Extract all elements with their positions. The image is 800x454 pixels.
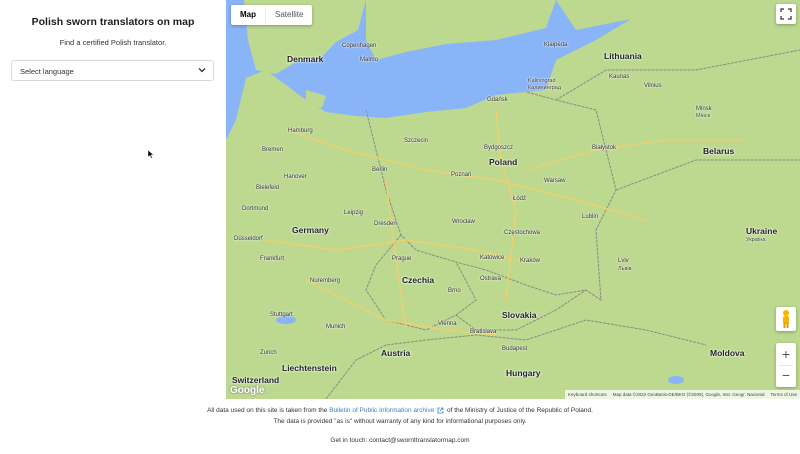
bulletin-archive-link[interactable]: Bulletin of Public Information archive [329, 407, 434, 414]
map-label-country: Poland [489, 157, 518, 167]
page-title: Polish sworn translators on map [31, 16, 195, 28]
footer: All data used on this site is taken from… [0, 399, 800, 454]
mouse-cursor-icon [148, 150, 154, 159]
map-label-city: Frankfurt [260, 256, 285, 262]
pegman-icon [783, 310, 789, 328]
map-label-city: Katowice [480, 255, 505, 261]
map-label-city: Białystok [592, 145, 617, 151]
map-label-country: Lithuania [604, 51, 642, 61]
language-select[interactable]: Select language [11, 60, 214, 81]
map-label-country: Austria [381, 348, 411, 358]
map-label-city: Zurich [260, 350, 277, 356]
street-view-button[interactable] [776, 307, 796, 331]
map-label-city: Ostrava [480, 276, 502, 282]
terms-of-use-link[interactable]: Terms of Use [770, 392, 797, 399]
map-label-city: Wrocław [452, 219, 475, 225]
page-subtitle: Find a certified Polish translator. [59, 38, 167, 47]
map-label-city: Łódź [513, 196, 527, 202]
zoom-control: + − [776, 343, 796, 387]
google-logo: Google [230, 385, 265, 396]
map-label-city: Warsaw [544, 178, 566, 184]
keyboard-shortcuts-link[interactable]: Keyboard shortcuts [568, 392, 607, 399]
map-label-country: Switzerland [232, 375, 280, 385]
map-label-city: Malmo [360, 57, 379, 63]
map-label-city: Калининград [528, 85, 562, 91]
map-label-country: Moldova [710, 348, 745, 358]
map-label-city: Hanover [284, 174, 307, 180]
map-label-city: Vilnius [644, 83, 662, 89]
language-select-value: Select language [20, 67, 74, 76]
map-label-city: Copenhagen [342, 43, 377, 49]
map-label-country: Germany [292, 225, 329, 235]
footer-source-prefix: All data used on this site is taken from… [207, 407, 328, 415]
map-label-city: Bremen [262, 147, 284, 153]
map-label-city: Stuttgart [270, 312, 293, 318]
map-label-city: Munich [326, 324, 346, 330]
map-type-control: Map Satellite [231, 5, 313, 25]
map-label-city: Bratislava [470, 329, 497, 335]
map-data-credit: Map data ©2022 GeoBasis-DE/BKG (©2009), … [612, 392, 765, 397]
tab-map[interactable]: Map [231, 5, 265, 25]
map-label-city: Vienna [438, 321, 457, 327]
chevron-down-icon [198, 68, 206, 73]
map-label-city: Brno [448, 288, 461, 294]
map-label-country: Belarus [703, 146, 735, 156]
zoom-out-button[interactable]: − [776, 366, 796, 387]
map-label-city: Dortmund [242, 206, 269, 212]
footer-contact[interactable]: Get in touch: contact@swornttranslatorma… [0, 437, 800, 444]
map-label-city: Poznań [451, 172, 472, 178]
map-label-city: Minsk [696, 106, 712, 112]
sidebar: Polish sworn translators on map Find a c… [0, 0, 226, 399]
map-label-city: Częstochowa [504, 230, 541, 236]
map-label-city: Мінск [696, 113, 710, 119]
fullscreen-icon [780, 8, 792, 20]
footer-disclaimer: The data is provided "as is" without war… [273, 418, 527, 425]
external-link-icon [437, 407, 444, 414]
footer-source-line: All data used on this site is taken from… [0, 407, 800, 414]
map-label-country: Liechtenstein [282, 363, 337, 373]
fullscreen-button[interactable] [776, 4, 796, 24]
map-label-city: Kaliningrad [528, 78, 556, 84]
map-label-country: Denmark [287, 54, 324, 64]
map-label-city: Budapest [502, 346, 528, 352]
map-label-city: Bydgoszcz [484, 145, 514, 151]
map-label-city: Szczecin [404, 138, 429, 144]
map-label-city: Düsseldorf [234, 236, 263, 242]
tab-satellite[interactable]: Satellite [265, 5, 312, 25]
map-label-country: Ukraine [746, 226, 778, 236]
map-label-city: Klaipėda [544, 42, 568, 48]
map-label-city: Leipzig [344, 210, 364, 216]
map-label-city: Prague [392, 256, 412, 262]
map-label-country: Hungary [506, 368, 541, 378]
map-label-country: Україна [746, 237, 766, 243]
map-label-city: Hamburg [288, 128, 313, 134]
map-label-city: Kraków [520, 258, 541, 264]
map-label-city: Berlin [372, 167, 388, 173]
map-label-city: Dresden [374, 221, 397, 227]
map-attribution: Keyboard shortcuts Map data ©2022 GeoBas… [564, 390, 800, 399]
map-label-city: Bielefeld [256, 185, 280, 191]
map-label-city: Kaunas [609, 74, 630, 80]
map-label-city: Nuremberg [310, 278, 341, 284]
zoom-in-button[interactable]: + [776, 343, 796, 365]
footer-source-suffix: of the Ministry of Justice of the Republ… [446, 407, 593, 415]
map-label-city: Lviv [618, 258, 629, 264]
map-label-country: Slovakia [502, 310, 537, 320]
map-label-country: Czechia [402, 275, 435, 285]
map-label-city: Львів [618, 266, 632, 272]
map-label-city: Lublin [582, 214, 599, 220]
google-map[interactable]: Denmark Lithuania Poland Belarus Germany… [226, 0, 800, 399]
map-label-city: Gdańsk [487, 97, 508, 103]
